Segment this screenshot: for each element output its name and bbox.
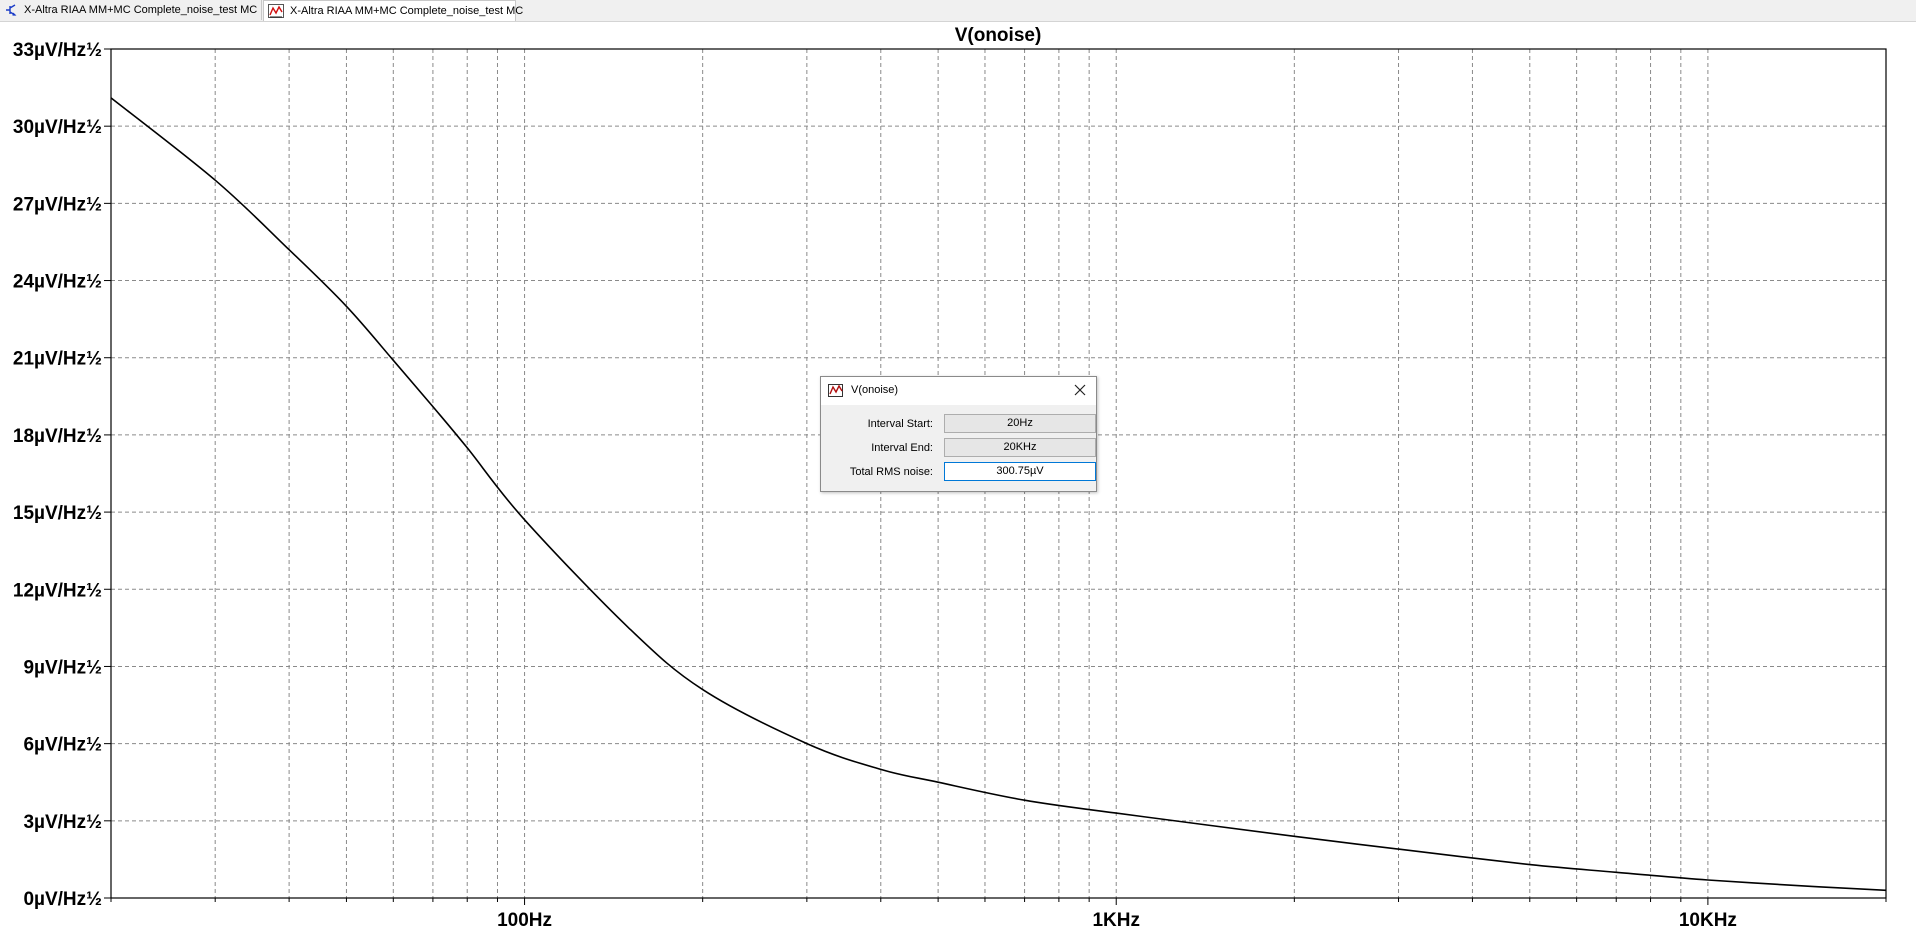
schematic-icon [6,4,17,16]
y-tick-label: 18µV/Hz½ [13,426,102,447]
noise-integral-dialog: V(onoise) Interval Start: 20Hz Interval … [820,376,1097,492]
total-rms-label: Total RMS noise: [849,466,933,478]
interval-end-field: 20KHz [944,438,1096,457]
interval-end-row: Interval End: 20KHz [821,438,1096,458]
waveform-icon [828,384,843,397]
dialog-titlebar: V(onoise) [821,377,1096,405]
x-tick-label: 100Hz [497,910,552,931]
tab-bar: X-Altra RIAA MM+MC Complete_noise_test M… [0,0,1916,22]
x-axis: 100Hz 1KHz 10KHz [110,898,1887,931]
total-rms-row: Total RMS noise: 300.75µV [821,462,1096,482]
series-line-vonoise [110,97,1887,892]
y-axis: 0µV/Hz½ 3µV/Hz½ 6µV/Hz½ 9µV/Hz½ 12µV/Hz½ 15µV… [13,40,111,910]
y-tick-label: 3µV/Hz½ [23,812,102,833]
y-tick-label: 12µV/Hz½ [13,580,102,601]
y-tick-label: 0µV/Hz½ [23,889,102,910]
close-icon[interactable] [1072,382,1088,398]
y-tick-label: 21µV/Hz½ [13,349,102,370]
interval-start-row: Interval Start: 20Hz [821,414,1096,434]
tab-schematic[interactable]: X-Altra RIAA MM+MC Complete_noise_test M… [0,0,262,20]
interval-start-field: 20Hz [944,414,1096,433]
y-tick-label: 6µV/Hz½ [23,735,102,756]
y-tick-label: 9µV/Hz½ [23,657,102,678]
y-tick-label: 24µV/Hz½ [13,272,102,293]
x-tick-label: 10KHz [1679,910,1737,931]
series-layer [110,97,1887,892]
x-tick-label: 1KHz [1092,910,1140,931]
interval-end-label: Interval End: [871,442,933,454]
y-tick-label: 30µV/Hz½ [13,117,102,138]
interval-start-label: Interval Start: [867,418,933,430]
waveform-icon [268,4,284,18]
chart-title: V(onoise) [955,25,1042,46]
tab-waveform[interactable]: X-Altra RIAA MM+MC Complete_noise_test M… [263,0,523,21]
dialog-title: V(onoise) [851,384,899,396]
total-rms-field[interactable]: 300.75µV [944,462,1096,481]
y-tick-label: 33µV/Hz½ [13,40,102,61]
tab-label: X-Altra RIAA MM+MC Complete_noise_test M… [290,5,524,17]
y-tick-label: 15µV/Hz½ [13,503,102,524]
y-tick-label: 27µV/Hz½ [13,194,102,215]
tab-label: X-Altra RIAA MM+MC Complete_noise_test M… [24,4,258,16]
